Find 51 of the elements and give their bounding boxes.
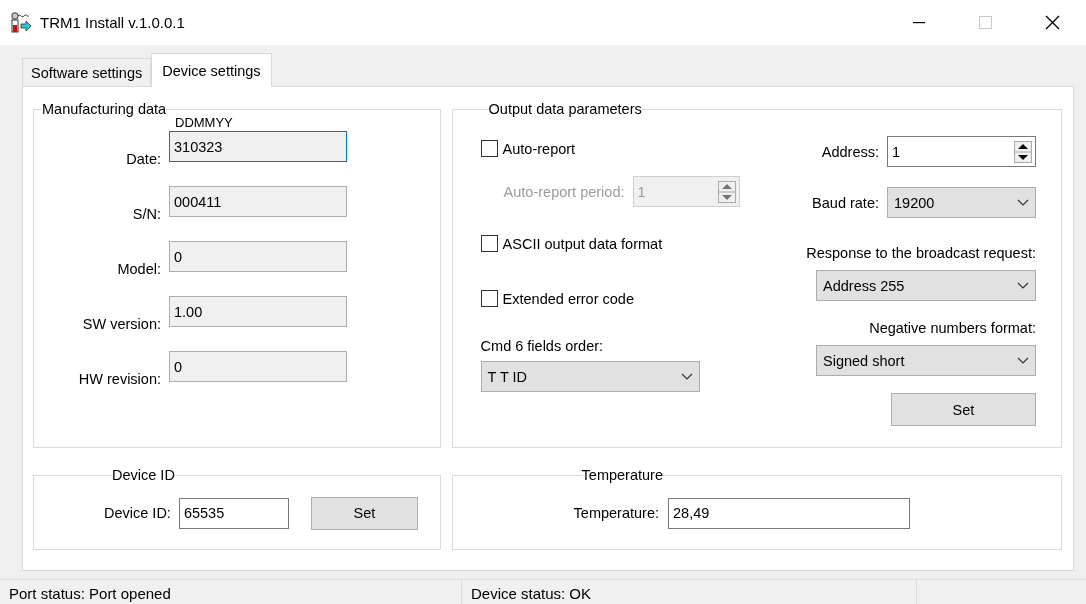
device-id-group: Device ID Device ID: 65535 Set [33, 467, 441, 550]
checkbox-label[interactable]: Auto-report [502, 140, 576, 157]
set-button[interactable]: Set [891, 393, 1036, 426]
field-label: Temperature: [573, 505, 660, 521]
tab[interactable]: Software settings [22, 58, 152, 86]
input-field[interactable]: 0 [169, 351, 347, 382]
input-field[interactable]: 65535 [178, 497, 289, 529]
status-text: Device status: OK [461, 580, 916, 604]
app-icon [10, 12, 33, 33]
temperature-group: Temperature Temperature: 28,49 [451, 467, 1062, 550]
dropdown[interactable]: Address 255 [816, 270, 1036, 301]
chevron-icon [1017, 198, 1029, 207]
chevron-icon [1017, 356, 1029, 365]
tab[interactable]: Device settings [151, 53, 272, 87]
field-label: Device ID: [104, 505, 171, 521]
checkbox-label[interactable]: ASCII output data format [502, 235, 663, 252]
checkbox[interactable] [480, 290, 498, 307]
field-label: HW revision: [77, 370, 161, 387]
dropdown[interactable]: Signed short [816, 345, 1036, 376]
input-field[interactable]: 0 [169, 241, 347, 272]
field-label: Response to the broadcast request: [806, 245, 1036, 261]
dropdown[interactable]: T T ID [480, 361, 700, 392]
minimize-icon[interactable] [912, 21, 925, 24]
input-field[interactable]: 000411 [169, 186, 347, 217]
checkbox[interactable] [480, 235, 498, 252]
chevron-icon [680, 372, 693, 381]
input-field[interactable]: 28,49 [668, 497, 911, 529]
set-button[interactable]: Set [310, 496, 418, 530]
chevron-icon [1017, 281, 1029, 290]
manufacturing-data-group: Manufacturing data DDMMYY Date: 310323 S/N: 000411 Model: 0 SW version: 1.00 HW revision: 0 [33, 101, 441, 448]
input-field[interactable]: 1.00 [169, 296, 347, 327]
field-label: Model: [116, 260, 161, 277]
field-label: Date: [125, 150, 161, 167]
field-label: S/N: [131, 205, 161, 222]
field-label: Cmd 6 fields order: [480, 338, 605, 354]
checkbox-label[interactable]: Extended error code [502, 290, 634, 307]
output-data-group: Output data parameters Auto-report Auto-report period: 1 ASCII output data format Extended error code Cmd 6 fields order: T T ID Address: 1 Baud rate: 19200 Response to the broadcast request: Address 255 Negative numbers format: Signed short Set [451, 101, 1062, 448]
date-format-hint: DDMMYY [174, 116, 234, 130]
field-label: SW version: [81, 315, 161, 332]
window-title: TRM1 Install v.1.0.0.1 [40, 14, 185, 31]
field-label: Baud rate: [812, 194, 879, 211]
field-label: Negative numbers format: [869, 320, 1036, 336]
checkbox[interactable] [480, 140, 498, 157]
dropdown[interactable]: 19200 [887, 187, 1036, 218]
field-label: Address: [821, 143, 879, 160]
field-label: Auto-report period: [503, 183, 625, 200]
status-text: Port status: Port opened [8, 584, 172, 602]
close-icon[interactable] [1045, 15, 1060, 30]
input-field[interactable]: 310323 [169, 131, 347, 162]
spin-arrows-icon[interactable] [1014, 140, 1032, 163]
spin-box[interactable]: 1 [887, 136, 1036, 167]
